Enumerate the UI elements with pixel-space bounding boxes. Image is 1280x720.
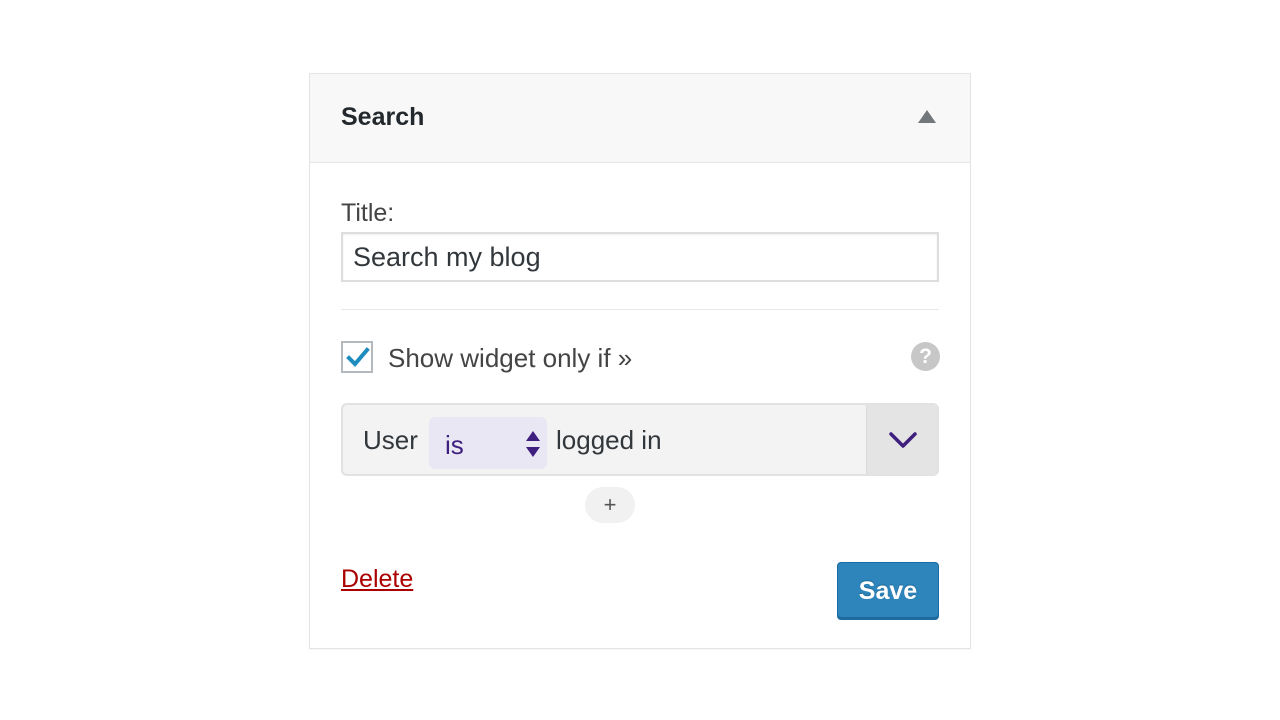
save-button[interactable]: Save bbox=[837, 562, 939, 620]
chevron-down-icon bbox=[889, 432, 917, 448]
visibility-label[interactable]: Show widget only if » bbox=[388, 343, 632, 374]
rule-subject: User bbox=[363, 425, 418, 455]
rule-value: logged in bbox=[556, 425, 662, 455]
search-widget: Search Title: Show widget only if » ? Us… bbox=[309, 73, 971, 649]
widget-header[interactable]: Search bbox=[310, 74, 970, 163]
checkmark-icon bbox=[346, 347, 370, 367]
rule-value-dropdown[interactable] bbox=[866, 405, 937, 474]
visibility-rule: User is logged in bbox=[341, 403, 939, 476]
collapse-toggle-icon[interactable] bbox=[918, 110, 936, 123]
up-down-arrows-icon bbox=[526, 431, 540, 457]
divider bbox=[341, 309, 939, 310]
visibility-checkbox[interactable] bbox=[341, 341, 373, 373]
widget-title: Search bbox=[341, 103, 425, 131]
add-rule-button[interactable]: + bbox=[585, 487, 635, 523]
title-field-label: Title: bbox=[341, 199, 395, 227]
delete-link[interactable]: Delete bbox=[341, 565, 413, 594]
help-icon[interactable]: ? bbox=[911, 342, 940, 371]
title-input[interactable] bbox=[341, 232, 939, 282]
rule-operator-value: is bbox=[445, 430, 464, 460]
rule-operator-select[interactable]: is bbox=[429, 417, 547, 469]
